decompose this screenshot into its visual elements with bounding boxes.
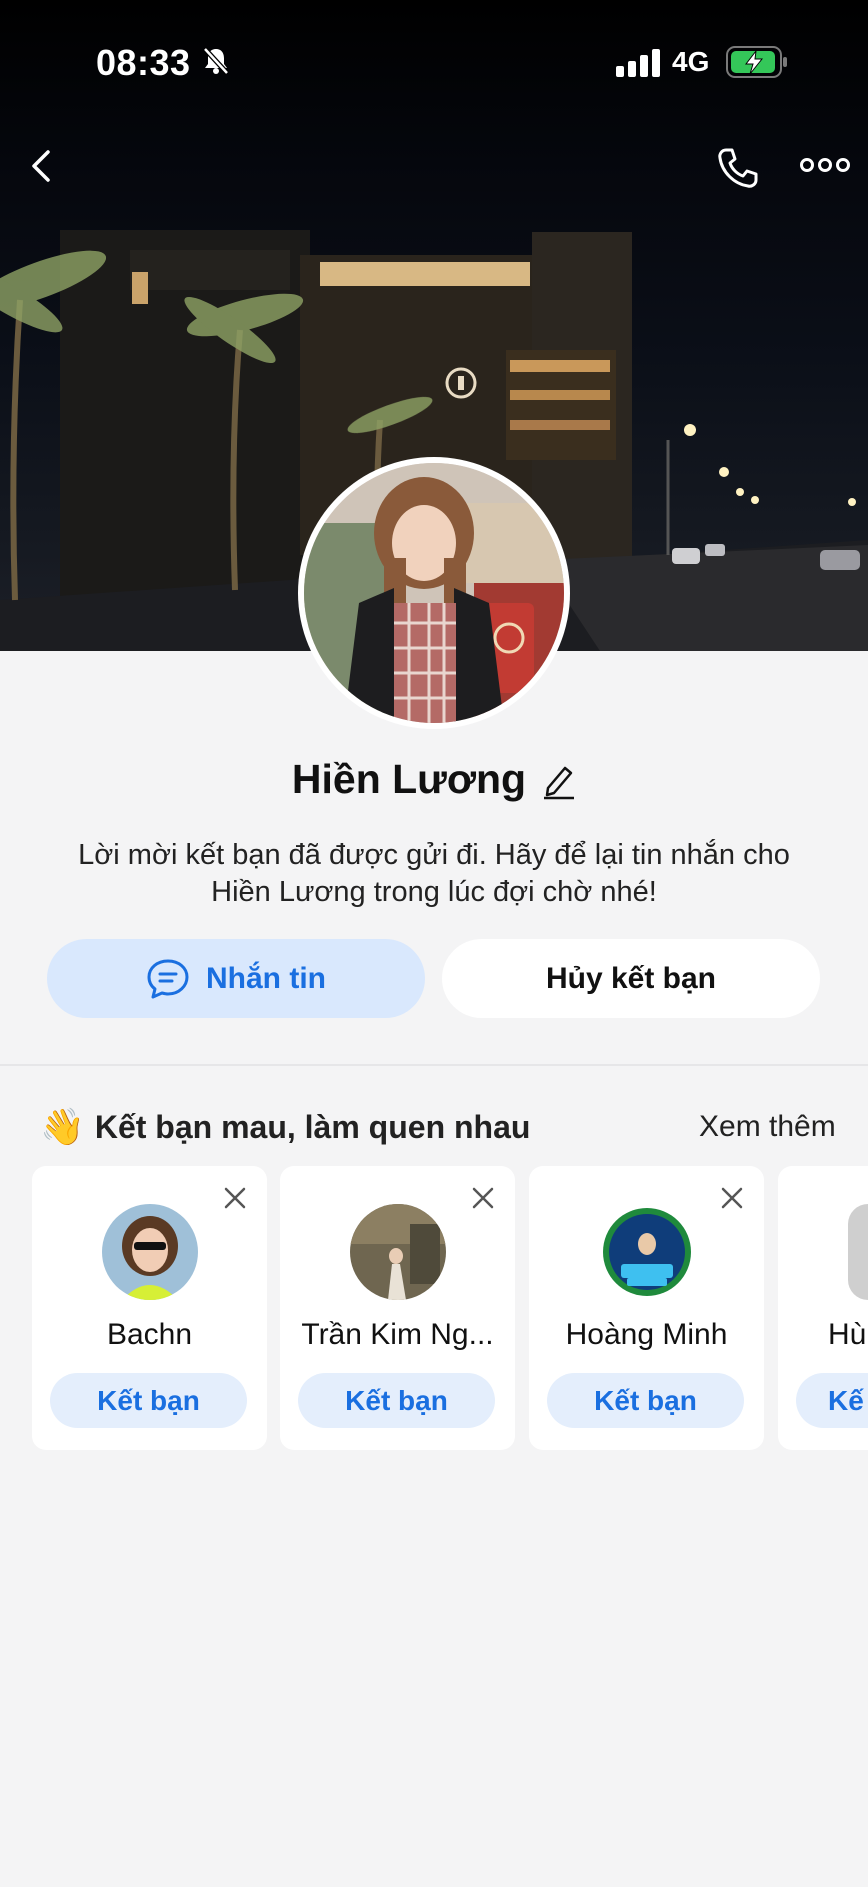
waving-hand-icon: 👋 — [40, 1106, 85, 1147]
suggestions-title-text: Kết bạn mau, làm quen nhau — [94, 1108, 531, 1145]
suggestion-name: Bachn — [106, 1318, 193, 1351]
add-friend-button[interactable]: Kết bạn — [50, 1373, 247, 1428]
unfriend-button[interactable]: Hủy kết bạn — [442, 939, 820, 1018]
suggestions-title: 👋 Kết bạn mau, làm quen nhau — [40, 1106, 530, 1148]
suggestion-name: Trần Kim Ng... — [301, 1318, 494, 1351]
suggestion-name: Hù — [828, 1318, 867, 1351]
network-type: 4G — [672, 46, 710, 77]
profile-name: Hiền Lương — [291, 756, 527, 802]
suggestion-card[interactable]: Bachn Kết bạn — [32, 1166, 267, 1450]
suggestion-card[interactable]: Hù Kế — [778, 1166, 868, 1450]
avatar-photo — [304, 463, 564, 723]
close-icon[interactable] — [720, 1186, 744, 1210]
section-divider — [0, 1064, 868, 1066]
add-friend-button[interactable]: Kết bạn — [298, 1373, 495, 1428]
avatar — [848, 1204, 868, 1300]
profile-avatar[interactable] — [298, 457, 570, 729]
profile-name-row: Hiền Lương — [0, 756, 868, 803]
battery-charging-icon — [726, 46, 787, 78]
bell-slash-icon — [203, 47, 229, 75]
suggestion-card[interactable]: Hoàng Minh Kết bạn — [529, 1166, 764, 1450]
message-button[interactable]: Nhắn tin — [47, 939, 425, 1018]
see-more-link[interactable]: Xem thêm — [699, 1110, 836, 1144]
pencil-icon[interactable] — [540, 760, 576, 800]
phone-icon[interactable] — [714, 144, 762, 192]
signal-icon — [616, 49, 660, 77]
avatar — [599, 1204, 695, 1300]
unfriend-button-label: Hủy kết bạn — [545, 961, 717, 995]
chat-bubble-icon — [147, 959, 189, 998]
status-time: 08:33 — [96, 42, 191, 83]
more-dots-icon[interactable] — [800, 152, 850, 178]
friend-request-hint: Lời mời kết bạn đã được gửi đi. Hãy để l… — [78, 839, 790, 908]
chevron-left-icon[interactable] — [22, 146, 62, 186]
add-friend-button[interactable]: Kế — [796, 1373, 868, 1428]
message-button-label: Nhắn tin — [206, 961, 326, 995]
avatar — [102, 1204, 198, 1300]
profile-screen: 08:33 4G Hiền Lương Lời mời kết bạn đã đ… — [0, 0, 868, 1887]
suggestion-name: Hoàng Minh — [565, 1318, 728, 1351]
close-icon[interactable] — [223, 1186, 247, 1210]
suggestion-card[interactable]: Trần Kim Ng... Kết bạn — [280, 1166, 515, 1450]
status-bar: 08:33 4G — [0, 0, 868, 120]
close-icon[interactable] — [471, 1186, 495, 1210]
add-friend-button[interactable]: Kết bạn — [547, 1373, 744, 1428]
avatar — [350, 1204, 446, 1300]
